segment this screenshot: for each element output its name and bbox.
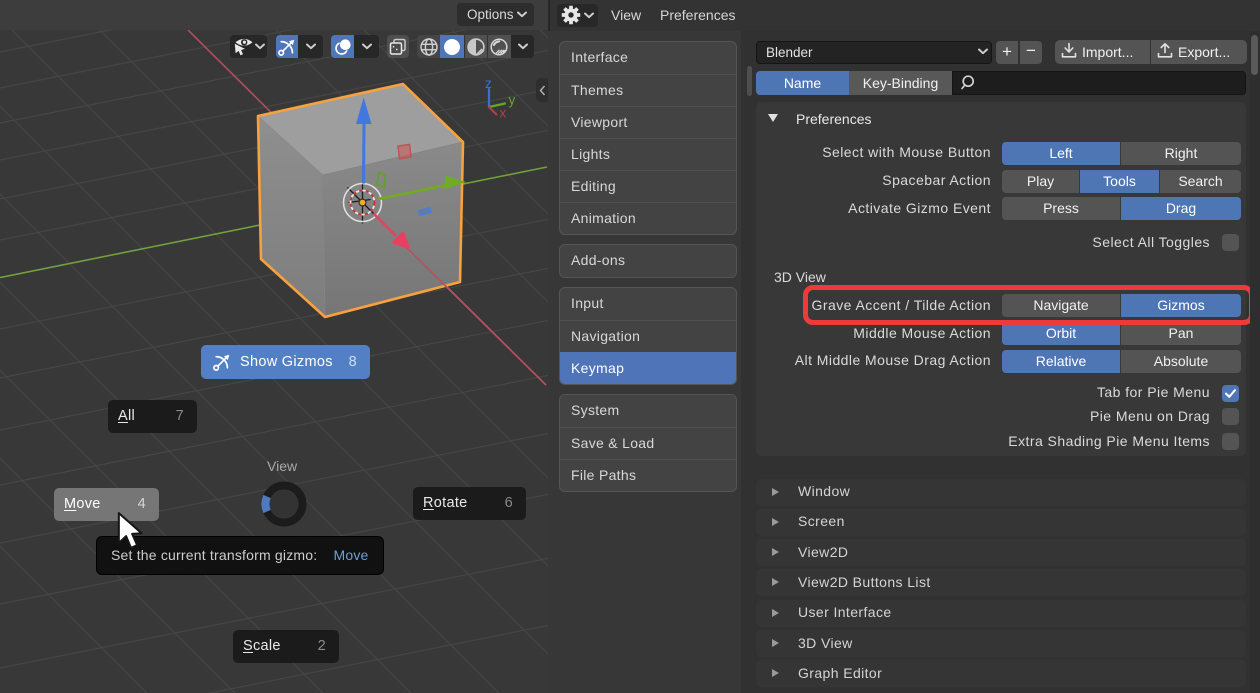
svg-text:x: x (500, 106, 507, 121)
svg-text:y: y (509, 93, 516, 108)
svg-text:z: z (485, 76, 492, 91)
